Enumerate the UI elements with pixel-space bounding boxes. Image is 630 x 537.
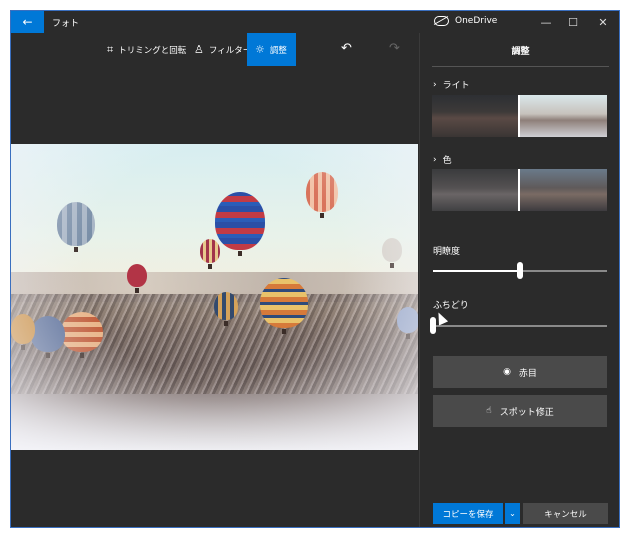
cancel-label: キャンセル	[544, 509, 587, 520]
save-copy-button[interactable]: コピーを保存	[433, 503, 503, 524]
color-strip-handle[interactable]	[518, 169, 520, 211]
crop-icon: ⌗	[107, 42, 114, 56]
panel-divider	[432, 66, 609, 67]
spot-fix-button[interactable]: ☝ スポット修正	[433, 395, 607, 427]
color-label: 色	[442, 156, 452, 166]
title-bar: ← フォト OneDrive — ☐ ✕	[11, 11, 619, 33]
chevron-down-icon: ⌄	[509, 509, 516, 518]
tab-filters-label: フィルター	[208, 45, 252, 56]
undo-icon[interactable]: ↶	[341, 41, 352, 56]
light-strip-handle[interactable]	[518, 95, 520, 137]
chevron-right-icon: ›	[433, 154, 437, 165]
vignette-thumb[interactable]	[430, 317, 436, 334]
tab-adjust[interactable]: ☼ 調整	[247, 33, 296, 66]
photos-window: ← フォト OneDrive — ☐ ✕ ⌗ トリミングと回転 ♙ フィルター …	[10, 10, 620, 528]
light-thumb-bright	[518, 95, 607, 137]
vignette-overlay	[11, 144, 418, 450]
eye-icon: ◉	[503, 367, 511, 377]
maximize-button[interactable]: ☐	[556, 11, 590, 33]
photo-canvas	[11, 66, 419, 527]
close-icon: ✕	[598, 15, 608, 29]
clarity-label: 明瞭度	[433, 247, 461, 257]
color-thumb-color	[518, 169, 607, 211]
adjust-panel: 調整 › ライト › 色 明瞭度 ふちどり ◉ 赤目 ☝ スポット修正 コピーを…	[419, 33, 619, 527]
light-strip[interactable]	[432, 95, 607, 137]
minimize-icon: —	[540, 15, 552, 29]
edited-photo[interactable]	[11, 144, 418, 450]
save-options-dropdown[interactable]: ⌄	[505, 503, 520, 524]
chevron-right-icon: ›	[433, 79, 437, 90]
red-eye-button[interactable]: ◉ 赤目	[433, 356, 607, 388]
vignette-label: ふちどり	[433, 301, 469, 311]
close-button[interactable]: ✕	[586, 11, 619, 33]
panel-title: 調整	[511, 47, 530, 57]
filter-brush-icon: ♙	[194, 43, 204, 56]
back-arrow-icon: ←	[22, 15, 33, 29]
light-thumb-dark	[432, 95, 518, 137]
color-thumb-mono	[432, 169, 518, 211]
clarity-thumb[interactable]	[517, 262, 523, 279]
tab-adjust-label: 調整	[269, 45, 287, 56]
cancel-button[interactable]: キャンセル	[523, 503, 608, 524]
light-label: ライト	[442, 81, 470, 91]
redo-icon[interactable]: ↷	[389, 41, 400, 56]
maximize-icon: ☐	[568, 15, 578, 29]
onedrive-label: OneDrive	[455, 16, 498, 26]
tab-crop-rotate[interactable]: ⌗ トリミングと回転	[99, 33, 194, 66]
hand-icon: ☝	[486, 406, 492, 416]
clarity-fill	[433, 270, 520, 272]
light-section-header[interactable]: › ライト	[433, 78, 470, 92]
clarity-slider[interactable]	[433, 262, 607, 279]
back-button[interactable]: ←	[11, 11, 44, 33]
spot-fix-label: スポット修正	[499, 407, 554, 418]
onedrive-status[interactable]: OneDrive	[434, 16, 497, 26]
vignette-slider[interactable]	[430, 317, 607, 334]
red-eye-label: 赤目	[518, 368, 537, 379]
app-title: フォト	[52, 19, 80, 29]
sun-icon: ☼	[255, 43, 265, 56]
edit-toolbar: ⌗ トリミングと回転 ♙ フィルター ☼ 調整 ↶ ↷	[11, 33, 419, 66]
color-section-header[interactable]: › 色	[433, 153, 452, 167]
color-strip[interactable]	[432, 169, 607, 211]
save-copy-label: コピーを保存	[442, 509, 494, 520]
tab-crop-label: トリミングと回転	[118, 45, 187, 56]
onedrive-cloud-icon	[434, 16, 449, 26]
